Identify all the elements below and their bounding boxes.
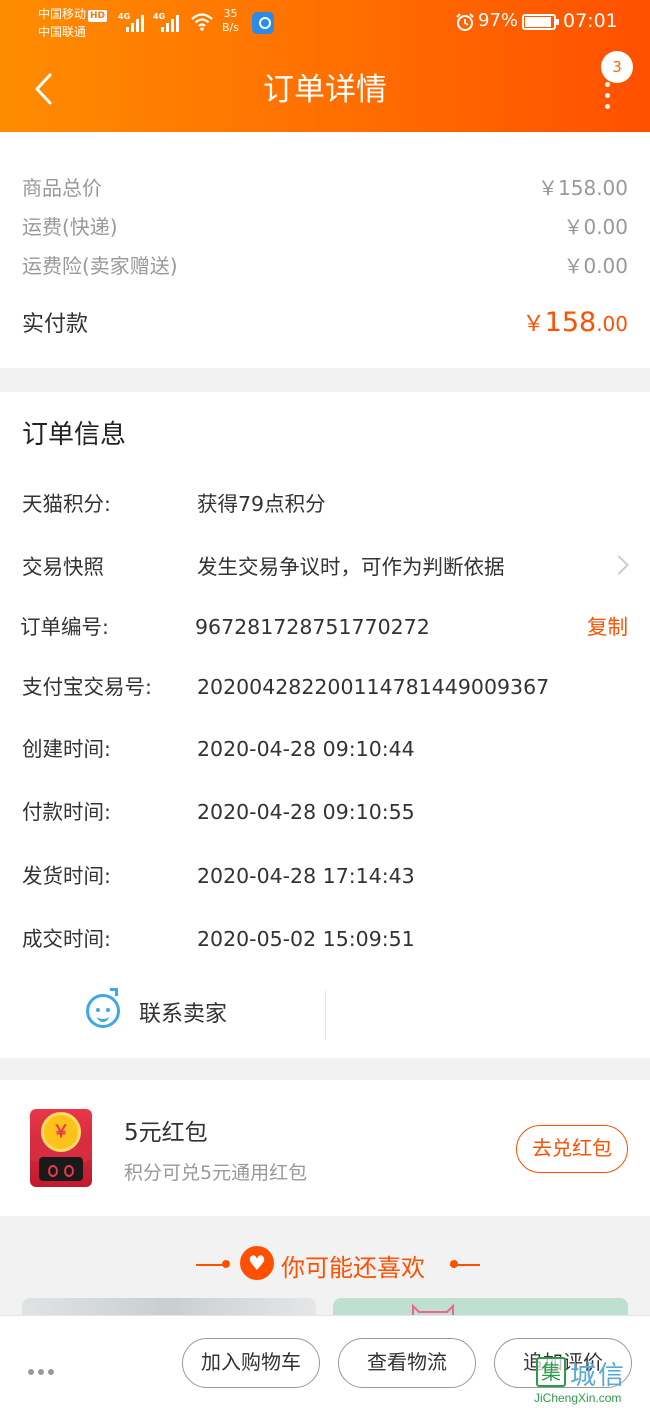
info-key: 付款时间: (22, 800, 111, 824)
info-value: 2020042822001147814490093​67 (197, 675, 550, 699)
info-row-paid: 付款时间: 2020-04-28 09:10:55 (22, 797, 628, 827)
net-speed-unit: B/s (222, 21, 239, 34)
info-key: 成交时间: (22, 927, 111, 951)
copy-button[interactable]: 复制 (587, 612, 628, 642)
deco-line-right (450, 1264, 480, 1266)
info-key: 创建时间: (22, 737, 111, 761)
divider (325, 990, 326, 1040)
chevron-right-icon (609, 555, 629, 575)
deco-dot-left (222, 1260, 230, 1268)
info-row-created: 创建时间: 2020-04-28 09:10:44 (22, 734, 628, 764)
order-info-title: 订单信息 (22, 420, 127, 450)
app-header: 中国移动 HD 中国联通 4G 4G 35 B/s 97% 07:01 订单详情… (0, 0, 650, 132)
info-row-order-number: 订单编号: 967281728751770272 复制 (20, 612, 628, 642)
view-logistics-button[interactable]: 查看物流 (338, 1338, 476, 1388)
price-row-insurance: 运费险(卖家赠送) ￥0.00 (22, 250, 628, 279)
hd-badge: HD (88, 10, 108, 22)
coin-icon: ￥ (41, 1112, 81, 1152)
paid-currency: ￥ (522, 312, 545, 337)
info-value: 2020-04-28 09:10:55 (197, 800, 415, 824)
shipping-value: ￥0.00 (563, 215, 628, 239)
battery-icon (522, 14, 559, 30)
goods-total-value: ￥158.00 (538, 176, 628, 200)
info-value: 2020-04-28 09:10:44 (197, 737, 415, 761)
info-row-completed: 成交时间: 2020-05-02 15:09:51 (22, 924, 628, 954)
chat-face-icon-ear (110, 988, 118, 996)
info-row-snapshot[interactable]: 交易快照 发生交易争议时，可作为判断依据 (22, 552, 629, 582)
info-key: 交易快照 (22, 555, 104, 579)
more-dots-icon[interactable] (28, 1360, 58, 1379)
info-value: 967281728751770272 (195, 615, 430, 639)
red-packet-subtitle: 积分可兑5元通用红包 (124, 1162, 308, 1184)
red-packet-title: 5元红包 (124, 1120, 208, 1146)
info-row-points: 天猫积分: 获得79点积分 (22, 489, 628, 519)
redeem-red-packet-button[interactable]: 去兑红包 (516, 1125, 628, 1173)
carrier-1: 中国移动 (38, 7, 87, 21)
battery-percent: 97% (478, 10, 519, 31)
info-row-shipped: 发货时间: 2020-04-28 17:14:43 (22, 861, 628, 891)
price-row-shipping: 运费(快递) ￥0.00 (22, 211, 628, 240)
info-key: 支付宝交易号: (22, 675, 152, 699)
price-row-goods: 商品总价 ￥158.00 (22, 172, 628, 201)
contact-seller-button[interactable]: 联系卖家 (0, 982, 325, 1042)
contact-seller-label: 联系卖家 (139, 1002, 228, 1027)
paid-total-row: 实付款 ￥158.00 (22, 306, 628, 338)
red-packet-card: ￥ 5元红包 积分可兑5元通用红包 去兑红包 (0, 1080, 650, 1216)
page-title: 订单详情 (263, 72, 387, 108)
insurance-value: ￥0.00 (563, 254, 628, 278)
info-key: 发货时间: (22, 864, 111, 888)
net-speed-value: 35 (223, 7, 238, 20)
goods-total-label: 商品总价 (22, 176, 102, 200)
watermark-cn: 城信 (570, 1361, 627, 1391)
paid-decimal: .00 (596, 312, 628, 336)
info-row-alipay: 支付宝交易号: 2020042822001147814490093​67 (22, 672, 628, 702)
watermark-logo: 集 城信 JiChengXin.com (534, 1355, 650, 1408)
shipping-label: 运费(快递) (22, 215, 118, 239)
message-count-badge: 3 (601, 51, 633, 83)
info-key: 订单编号: (20, 615, 109, 639)
status-bar: 中国移动 HD 中国联通 4G 4G 35 B/s 97% 07:01 (0, 0, 650, 48)
insurance-label: 运费险(卖家赠送) (22, 254, 178, 278)
clock: 07:01 (563, 10, 618, 32)
info-value: 发生交易争议时，可作为判断依据 (197, 555, 505, 579)
recommend-title: 你可能还喜欢 (281, 1254, 425, 1282)
heart-icon: ♥ (240, 1246, 274, 1280)
paid-integer: 158 (544, 307, 597, 338)
wifi-icon (191, 13, 213, 31)
recommend-header: ♥ 你可能还喜欢 (0, 1240, 650, 1290)
paid-label: 实付款 (22, 312, 89, 337)
paid-amount: ￥158.00 (523, 306, 628, 338)
carrier-2: 中国联通 (38, 25, 87, 39)
watermark-en: JiChengXin.com (534, 1391, 622, 1405)
info-value: 2020-05-02 15:09:51 (197, 927, 415, 951)
signal-icon: 4G (118, 12, 150, 32)
chat-face-icon (86, 994, 120, 1028)
info-value: 获得79点积分 (197, 492, 326, 516)
add-to-cart-button[interactable]: 加入购物车 (182, 1338, 320, 1388)
more-menu-icon[interactable] (601, 80, 613, 110)
red-packet-icon: ￥ (30, 1109, 92, 1187)
watermark-square: 集 (536, 1357, 566, 1387)
price-summary-card: 商品总价 ￥158.00 运费(快递) ￥0.00 运费险(卖家赠送) ￥0.0… (0, 132, 650, 368)
order-info-card: 订单信息 天猫积分: 获得79点积分 交易快照 发生交易争议时，可作为判断依据 … (0, 392, 650, 1058)
tmall-cat-icon (39, 1157, 83, 1181)
notification-app-icon (252, 12, 274, 34)
carrier-info: 中国移动 HD 中国联通 (38, 5, 108, 41)
net-speed: 35 B/s (222, 7, 239, 35)
alarm-icon (456, 13, 474, 31)
info-value: 2020-04-28 17:14:43 (197, 864, 415, 888)
info-key: 天猫积分: (22, 492, 111, 516)
signal-icon-2: 4G (153, 12, 185, 32)
